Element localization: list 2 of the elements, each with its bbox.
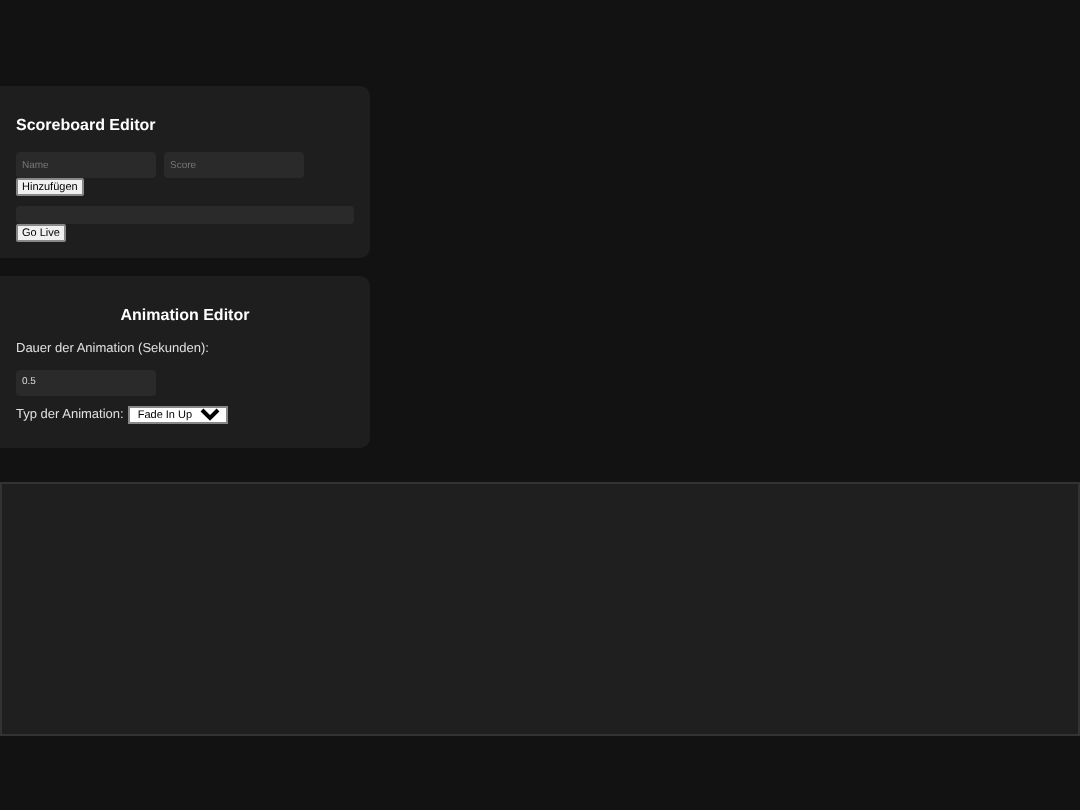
card-title: Scoreboard Editor bbox=[16, 116, 158, 134]
card-title: Animation Editor bbox=[118, 306, 252, 324]
